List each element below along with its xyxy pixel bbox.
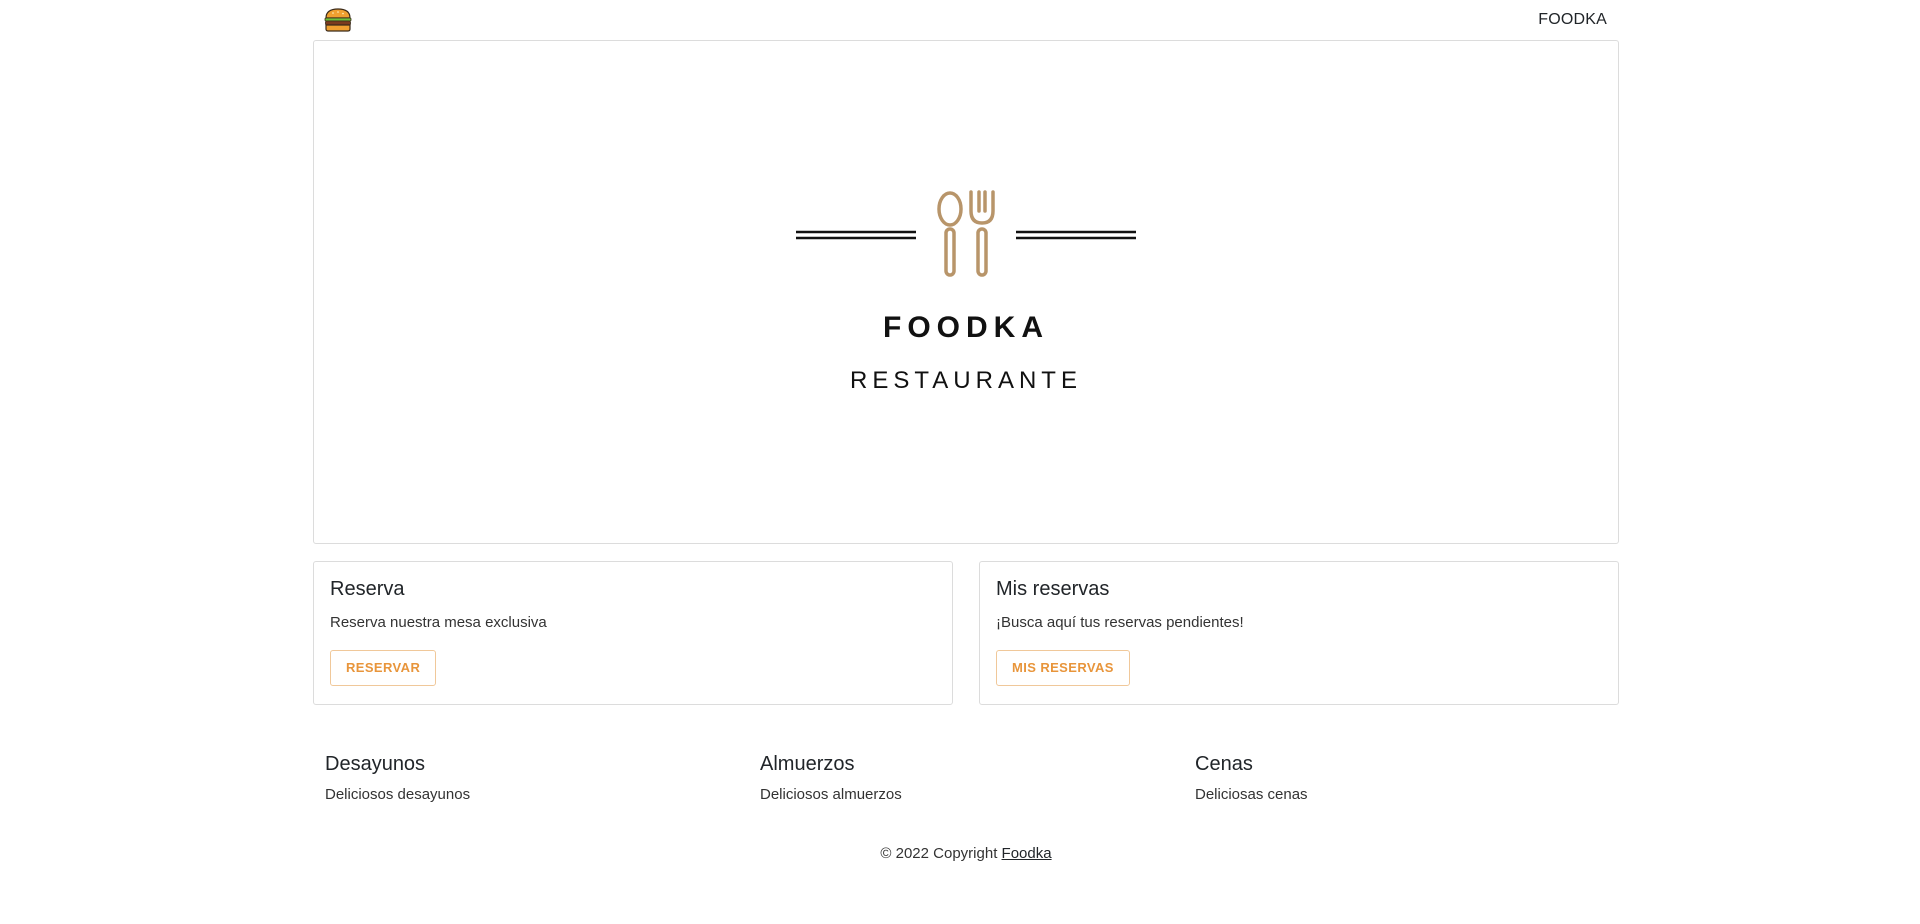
footer: © 2022 Copyright Foodka [313,845,1619,862]
category-text: Deliciosos almuerzos [760,786,902,803]
card-text: ¡Busca aquí tus reservas pendientes! [996,614,1244,631]
hero-banner: FOODKA RESTAURANTE [313,40,1619,544]
category-desayunos: Desayunos Deliciosos desayunos [325,753,470,803]
card-text: Reserva nuestra mesa exclusiva [330,614,547,631]
hamburger-icon[interactable] [323,7,353,33]
reserva-card: Reserva Reserva nuestra mesa exclusiva R… [313,561,953,705]
card-title: Mis reservas [996,578,1110,600]
category-title: Almuerzos [760,753,855,775]
category-title: Cenas [1195,753,1253,775]
category-almuerzos: Almuerzos Deliciosos almuerzos [760,753,902,803]
category-text: Deliciosas cenas [1195,786,1308,803]
nav-link-foodka[interactable]: FOODKA [1538,11,1607,29]
reservar-button[interactable]: RESERVAR [330,650,437,686]
copyright-text: © 2022 Copyright [880,845,1002,862]
mis-reservas-card: Mis reservas ¡Busca aquí tus reservas pe… [979,561,1619,705]
mis-reservas-button[interactable]: MIS RESERVAS [996,650,1130,686]
card-title: Reserva [330,578,405,600]
footer-link-foodka[interactable]: Foodka [1002,845,1052,862]
category-cenas: Cenas Deliciosas cenas [1195,753,1308,803]
hero-subtitle: RESTAURANTE [850,367,1082,394]
category-text: Deliciosos desayunos [325,786,471,803]
navbar: FOODKA [313,0,1619,40]
spoon-fork-icon [796,190,1136,277]
hero-title: FOODKA [883,311,1049,344]
category-title: Desayunos [325,753,426,775]
page-container: FOODKA FOODKA RESTAURANTE Reserva Reserv… [313,0,1619,862]
